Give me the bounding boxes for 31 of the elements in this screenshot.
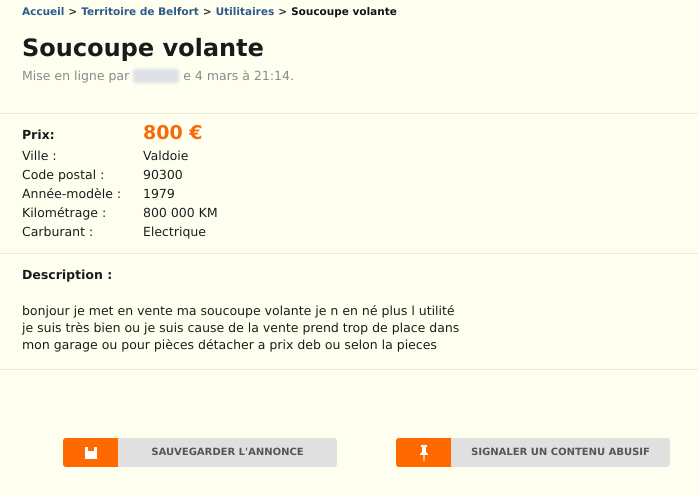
price-value: 800 €	[143, 122, 204, 144]
description-heading: Description :	[22, 267, 114, 282]
description-line: mon garage ou pour pièces détacher a prix deb ou selon la pieces	[22, 336, 438, 353]
detail-value: Electrique	[143, 224, 207, 239]
breadcrumb-current: Soucoupe volante	[291, 6, 397, 18]
posted-by-text: Mise en ligne par	[22, 68, 130, 83]
breadcrumb-separator: >	[278, 6, 288, 18]
breadcrumb-link[interactable]: Territoire de Belfort	[81, 6, 199, 18]
description-line: bonjour je met en vente ma soucoupe volante je n en né plus l utilité	[22, 302, 456, 319]
breadcrumb-separator: >	[68, 6, 78, 18]
detail-value: 800 000 KM	[143, 205, 219, 220]
pushpin-icon	[418, 444, 428, 460]
breadcrumb-link[interactable]: Utilitaires	[216, 6, 274, 18]
detail-label: Code postal :	[22, 167, 106, 182]
detail-value: 90300	[143, 167, 184, 182]
detail-label: Année-modèle :	[22, 186, 122, 201]
breadcrumb-separator: >	[202, 6, 212, 18]
detail-label: Kilométrage :	[22, 205, 108, 220]
report-abuse-button[interactable]: SIGNALER UN CONTENU ABUSIF	[396, 438, 670, 467]
detail-label: Ville :	[22, 148, 58, 163]
breadcrumb-link[interactable]: Accueil	[22, 6, 64, 18]
detail-value: Valdoie	[143, 148, 190, 163]
price-label: Prix:	[22, 127, 56, 142]
save-listing-button[interactable]: SAUVEGARDER L'ANNONCE	[63, 438, 337, 467]
floppy-icon	[84, 446, 98, 460]
description-line: je suis très bien ou je suis cause de la vente prend trop de place dans	[22, 319, 460, 336]
detail-label: Carburant :	[22, 224, 94, 239]
detail-value: 1979	[143, 186, 176, 201]
posted-date-text: e 4 mars à 21:14.	[183, 68, 294, 83]
blurred-username	[133, 68, 180, 82]
listing-title: Soucoupe volante	[22, 34, 265, 62]
